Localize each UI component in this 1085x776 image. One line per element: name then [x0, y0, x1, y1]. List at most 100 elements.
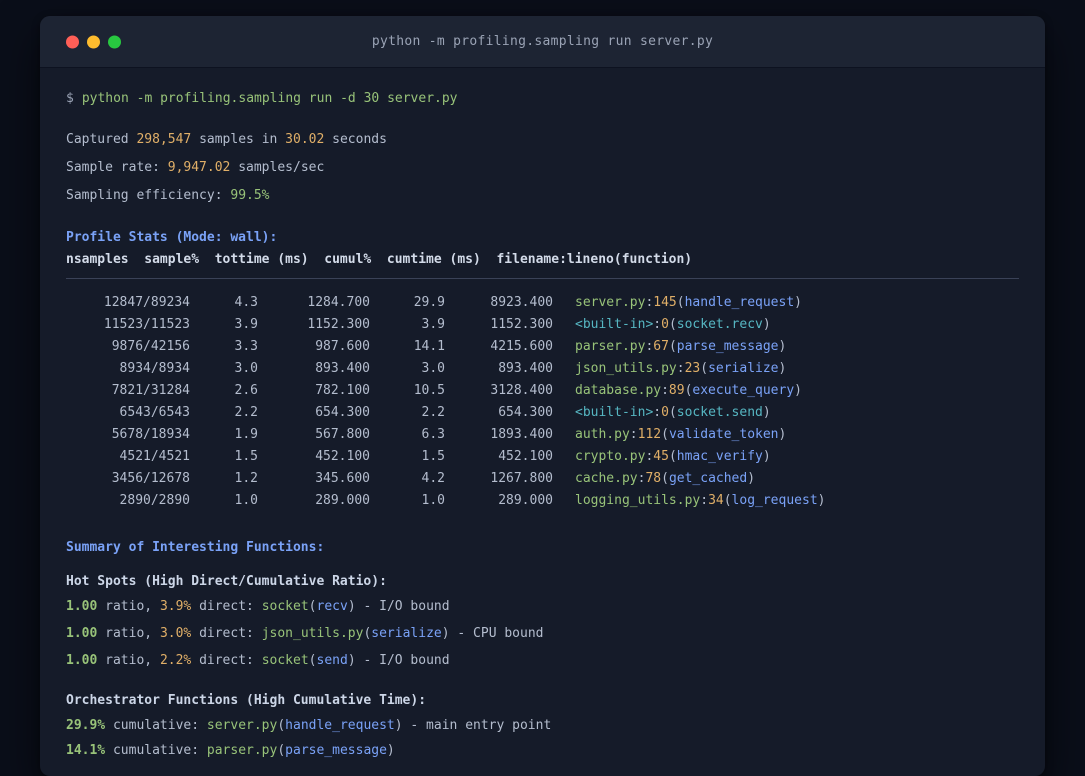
- duration-value: 30.02: [285, 132, 325, 147]
- punct: :: [676, 361, 685, 376]
- cell-nsamples: 4521/4521: [119, 449, 190, 464]
- cell-location: <built-in>:0(socket.send): [575, 402, 771, 424]
- cell-sample-pct: 3.3: [234, 339, 258, 354]
- punct: :: [661, 383, 669, 398]
- punct: (: [308, 599, 317, 614]
- direct-pct: 3.0%: [159, 626, 192, 641]
- punct: ): [762, 405, 771, 420]
- punct: ): [817, 493, 826, 508]
- line-number: 23: [684, 361, 701, 376]
- cell-cumtime: 1893.400: [490, 427, 553, 442]
- function-name: send: [316, 653, 348, 668]
- cell-cumul-pct: 4.2: [421, 471, 445, 486]
- command-text: python -m profiling.sampling run -d 30 s…: [81, 91, 458, 106]
- cell-sample-pct: 3.0: [234, 361, 258, 376]
- cell-nsamples: 6543/6543: [119, 405, 190, 420]
- cell-location: database.py:89(execute_query): [575, 380, 802, 402]
- file-name: json_utils.py: [575, 361, 677, 376]
- file-name: database.py: [575, 383, 662, 398]
- table-row: 12847/89234 4.3 1284.700 29.9 8923.400 server…: [66, 292, 1019, 314]
- punct: ): [441, 626, 450, 641]
- table-header: nsamples sample% tottime (ms) cumul% cum…: [66, 252, 693, 267]
- cell-sample-pct: 4.3: [234, 295, 258, 310]
- direct-pct: 2.2%: [159, 653, 192, 668]
- target-name: server.py: [206, 718, 278, 733]
- table-row: 7821/31284 2.6 782.100 10.5 3128.400 database…: [66, 380, 1019, 402]
- sample-count: 298,547: [136, 132, 192, 147]
- terminal-window: python -m profiling.sampling run server.…: [40, 16, 1045, 776]
- line-number: 67: [653, 339, 669, 354]
- punct: ): [762, 317, 771, 332]
- cell-location: cache.py:78(get_cached): [575, 468, 755, 490]
- cell-cumul-pct: 2.2: [421, 405, 445, 420]
- cell-cumul-pct: 10.5: [413, 383, 445, 398]
- function-name: serialize: [708, 361, 779, 376]
- file-name: <built-in>: [575, 317, 654, 332]
- punct: (: [700, 361, 709, 376]
- table-row: 3456/12678 1.2 345.600 4.2 1267.800 cache.py:…: [66, 468, 1019, 490]
- punct: ): [747, 471, 756, 486]
- punct: (: [668, 405, 677, 420]
- punct: (: [676, 295, 685, 310]
- file-name: crypto.py: [575, 449, 646, 464]
- cell-nsamples: 7821/31284: [111, 383, 190, 398]
- cell-cumul-pct: 3.9: [421, 317, 445, 332]
- cell-nsamples: 11523/11523: [103, 317, 190, 332]
- cumulative-pct: 14.1%: [66, 743, 106, 758]
- orchestrator-line: 29.9% cumulative: server.py(handle_reque…: [66, 715, 1019, 736]
- line-number: 112: [637, 427, 662, 442]
- cell-cumtime: 1267.800: [490, 471, 553, 486]
- punct: ): [778, 339, 787, 354]
- punct: ): [778, 427, 787, 442]
- line-number: 34: [708, 493, 724, 508]
- punct: (: [308, 653, 317, 668]
- minimize-window-button[interactable]: [87, 35, 100, 48]
- punct: ): [794, 383, 802, 398]
- punct: (: [277, 718, 286, 733]
- line-number: 0: [661, 317, 669, 332]
- cumulative-pct: 29.9%: [66, 718, 106, 733]
- cell-tottime: 1152.300: [307, 317, 370, 332]
- terminal-titlebar[interactable]: python -m profiling.sampling run server.…: [40, 16, 1045, 68]
- punct: ): [347, 653, 356, 668]
- cell-cumul-pct: 1.0: [421, 493, 445, 508]
- close-window-button[interactable]: [66, 35, 79, 48]
- efficiency-line: Sampling efficiency: 99.5%: [66, 185, 1019, 206]
- ratio-value: 1.00: [66, 599, 98, 614]
- cell-cumtime: 289.000: [498, 493, 553, 508]
- captured-label: seconds: [324, 132, 387, 147]
- cell-sample-pct: 2.6: [234, 383, 258, 398]
- cell-tottime: 987.600: [315, 339, 370, 354]
- file-name: cache.py: [575, 471, 638, 486]
- ratio-value: 1.00: [66, 626, 98, 641]
- punct: :: [700, 493, 709, 508]
- file-name: <built-in>: [575, 405, 654, 420]
- cell-nsamples: 12847/89234: [103, 295, 190, 310]
- punct: (: [277, 743, 286, 758]
- table-row: 5678/18934 1.9 567.800 6.3 1893.400 auth.py:1…: [66, 424, 1019, 446]
- cell-cumtime: 654.300: [498, 405, 553, 420]
- hotspots-heading: Hot Spots (High Direct/Cumulative Ratio)…: [66, 574, 387, 589]
- line-number: 89: [668, 383, 685, 398]
- cell-sample-pct: 2.2: [234, 405, 258, 420]
- function-name: recv: [316, 599, 348, 614]
- function-name: execute_query: [692, 383, 795, 398]
- rate-label: Sample rate:: [66, 160, 168, 175]
- direct-label: direct:: [191, 626, 262, 641]
- punct: (: [668, 317, 677, 332]
- table-row: 4521/4521 1.5 452.100 1.5 452.100 crypto.py:4…: [66, 446, 1019, 468]
- ratio-label: ratio,: [97, 626, 160, 641]
- punct: (: [668, 449, 677, 464]
- punct: (: [661, 427, 669, 442]
- cell-location: json_utils.py:23(serialize): [575, 358, 786, 380]
- shell-prompt: $: [66, 91, 74, 106]
- cell-cumtime: 452.100: [498, 449, 553, 464]
- captured-label: samples in: [191, 132, 286, 147]
- cell-sample-pct: 1.5: [234, 449, 258, 464]
- target-name: socket: [261, 653, 309, 668]
- maximize-window-button[interactable]: [108, 35, 121, 48]
- target-name: parser.py: [206, 743, 278, 758]
- cumulative-label: cumulative:: [105, 743, 207, 758]
- cell-location: auth.py:112(validate_token): [575, 424, 786, 446]
- rate-value: 9,947.02: [167, 160, 231, 175]
